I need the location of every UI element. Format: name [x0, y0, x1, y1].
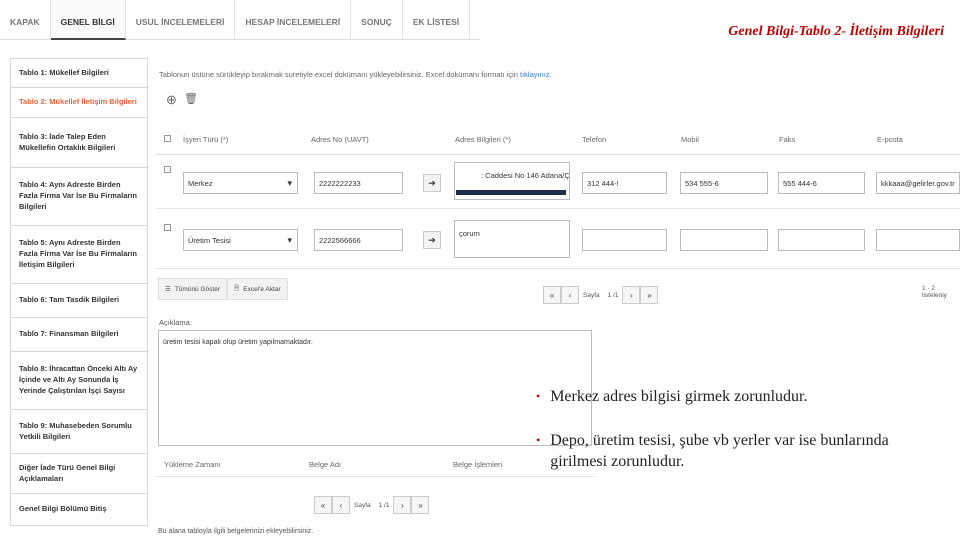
pager-top: « ‹ Sayfa 1 /1 › »: [543, 286, 659, 304]
next-page-button[interactable]: ›: [393, 496, 412, 514]
footer-hint: Bu alana tabloyla ilgili belgelerinizi e…: [158, 528, 314, 535]
list-icon: ☰: [165, 286, 171, 293]
col-belge-islemleri: Belge İşlemleri: [453, 460, 503, 469]
col-yukleme-zamani: Yükleme Zamanı: [164, 460, 221, 469]
bullet-text: Depo, üretim tesisi, şube vb yerler var …: [550, 431, 889, 471]
sidebar-item-tablo-4[interactable]: Tablo 4: Aynı Adreste Birden Fazla Firma…: [10, 168, 148, 226]
mobile-input[interactable]: [680, 229, 768, 251]
upload-hint: Tablonun üstüne sürükleyip bırakmak sure…: [159, 70, 552, 79]
pager-bottom: « ‹ Sayfa 1 /1 › »: [314, 496, 430, 514]
slide-title: Genel Bilgi-Tablo 2- İletişim Bilgileri: [728, 24, 944, 39]
divider: [155, 154, 960, 155]
first-page-button[interactable]: «: [543, 286, 561, 304]
bullet-list: • Merkez adres bilgisi girmek zorunludur…: [536, 386, 926, 473]
address-textarea[interactable]: çorum: [454, 220, 570, 258]
phone-input[interactable]: [582, 229, 667, 251]
show-all-label: Tümünü Göster: [174, 285, 220, 293]
fax-input[interactable]: 555 444-6: [778, 172, 865, 194]
redacted-bar: [456, 190, 566, 195]
tab-genel-bilgi[interactable]: GENEL BİLGİ: [50, 0, 126, 40]
file-icon: 🗎: [234, 284, 240, 292]
bullet-item: • Merkez adres bilgisi girmek zorunludur…: [536, 386, 926, 408]
sidebar-item-tablo-6[interactable]: Tablo 6: Tam Tasdik Bilgileri: [10, 284, 148, 318]
col-eposta: E-posta: [877, 135, 903, 144]
row-checkbox[interactable]: [164, 166, 171, 173]
tab-sonuc[interactable]: SONUÇ: [351, 0, 403, 40]
add-row-icon[interactable]: ⊕: [166, 92, 177, 108]
address-text: : Caddesi No 146 Adana/Ç: [481, 171, 570, 180]
divider: [155, 476, 595, 477]
top-tab-bar: KAPAK GENEL BİLGİ USUL İNCELEMELERİ HESA…: [0, 0, 480, 40]
sidebar-item-bitis[interactable]: Genel Bilgi Bölümü Bitiş: [10, 494, 148, 526]
sidebar-item-diger-iade[interactable]: Diğer İade Türü Genel Bilgi Açıklamaları: [10, 454, 148, 494]
upload-hint-text: Tablonun üstüne sürükleyip bırakmak sure…: [159, 70, 518, 79]
col-belge-adi: Belge Adı: [309, 460, 342, 469]
bullet-icon: •: [536, 389, 541, 403]
page-label: Sayfa: [354, 501, 371, 509]
sidebar-item-tablo-7[interactable]: Tablo 7: Finansman Bilgileri: [10, 318, 148, 352]
description-label: Açıklama:: [159, 318, 192, 327]
last-page-button[interactable]: »: [411, 496, 430, 514]
col-faks: Faks: [779, 135, 796, 144]
col-mobil: Mobil: [681, 135, 699, 144]
page-label: Sayfa: [583, 291, 600, 299]
phone-input[interactable]: 312 444-!: [582, 172, 667, 194]
select-all-checkbox[interactable]: [164, 135, 171, 142]
page-indicator[interactable]: 1 /1: [604, 286, 623, 304]
fax-input[interactable]: [778, 229, 865, 251]
bullet-item: • Depo, üretim tesisi, şube vb yerler va…: [536, 430, 926, 473]
sidebar-item-tablo-2[interactable]: Tablo 2: Mükellef İletişim Bilgileri: [10, 88, 148, 118]
mobile-input[interactable]: 534 555-6: [680, 172, 768, 194]
last-page-button[interactable]: »: [640, 286, 659, 304]
sidebar-item-tablo-1[interactable]: Tablo 1: Mükellef Bilgileri: [10, 58, 148, 88]
sidebar-item-tablo-9[interactable]: Tablo 9: Muhasebeden Sorumlu Yetkili Bil…: [10, 410, 148, 454]
bullet-icon: •: [536, 432, 541, 447]
tab-ek-listesi[interactable]: EK LİSTESİ: [403, 0, 471, 40]
list-count: 1 - 2 listeleniy: [922, 285, 947, 299]
sidebar-item-tablo-8[interactable]: Tablo 8: İhracattan Önceki Altı Ay İçind…: [10, 352, 148, 410]
col-isyeri-turu: İşyeri Türü (*): [183, 135, 229, 144]
tab-usul-incelemeleri[interactable]: USUL İNCELEMELERİ: [126, 0, 236, 40]
email-input[interactable]: [876, 229, 960, 251]
prev-page-button[interactable]: ‹: [561, 286, 579, 304]
description-textarea[interactable]: üretim tesisi kapalı olup üretim yapılma…: [158, 330, 592, 446]
sidebar: Tablo 1: Mükellef Bilgileri Tablo 2: Mük…: [10, 58, 148, 540]
sidebar-item-tablo-5[interactable]: Tablo 5: Aynı Adreste Birden Fazla Firma…: [10, 226, 148, 284]
tab-hesap-incelemeleri[interactable]: HESAP İNCELEMELERİ: [235, 0, 352, 40]
format-link[interactable]: tıklayınız.: [520, 70, 552, 79]
tab-kapak[interactable]: KAPAK: [0, 0, 51, 40]
divider: [155, 208, 960, 209]
col-telefon: Telefon: [582, 135, 607, 144]
col-adres-no: Adres No (UAVT): [311, 135, 369, 144]
next-page-button[interactable]: ›: [622, 286, 641, 304]
show-all-button[interactable]: ☰ Tümünü Göster: [158, 278, 227, 300]
isyeri-turu-select[interactable]: Üretim Tesisi: [183, 229, 298, 251]
divider: [155, 268, 960, 269]
prev-page-button[interactable]: ‹: [332, 496, 350, 514]
page-indicator[interactable]: 1 /1: [375, 496, 394, 514]
first-page-button[interactable]: «: [314, 496, 332, 514]
isyeri-turu-select[interactable]: Merkez: [183, 172, 298, 194]
col-adres-bilgileri: Adres Bilgileri (*): [455, 135, 511, 144]
address-lookup-button[interactable]: ➔: [423, 174, 441, 192]
sidebar-item-tablo-3[interactable]: Tablo 3: İade Talep Eden Mükellefin Orta…: [10, 118, 148, 168]
bullet-text: Merkez adres bilgisi girmek zorunludur.: [550, 388, 808, 405]
uavt-input[interactable]: 2222566666: [314, 229, 403, 251]
export-excel-label: Excel'e Aktar: [243, 285, 281, 293]
email-input[interactable]: kkkaaa@gelirler.gov.tr: [876, 172, 960, 194]
export-excel-button[interactable]: 🗎 Excel'e Aktar: [227, 278, 288, 300]
row-checkbox[interactable]: [164, 224, 171, 231]
delete-row-icon[interactable]: 🗑: [184, 92, 198, 105]
address-lookup-button[interactable]: ➔: [423, 231, 441, 249]
uavt-input[interactable]: 2222222233: [314, 172, 403, 194]
